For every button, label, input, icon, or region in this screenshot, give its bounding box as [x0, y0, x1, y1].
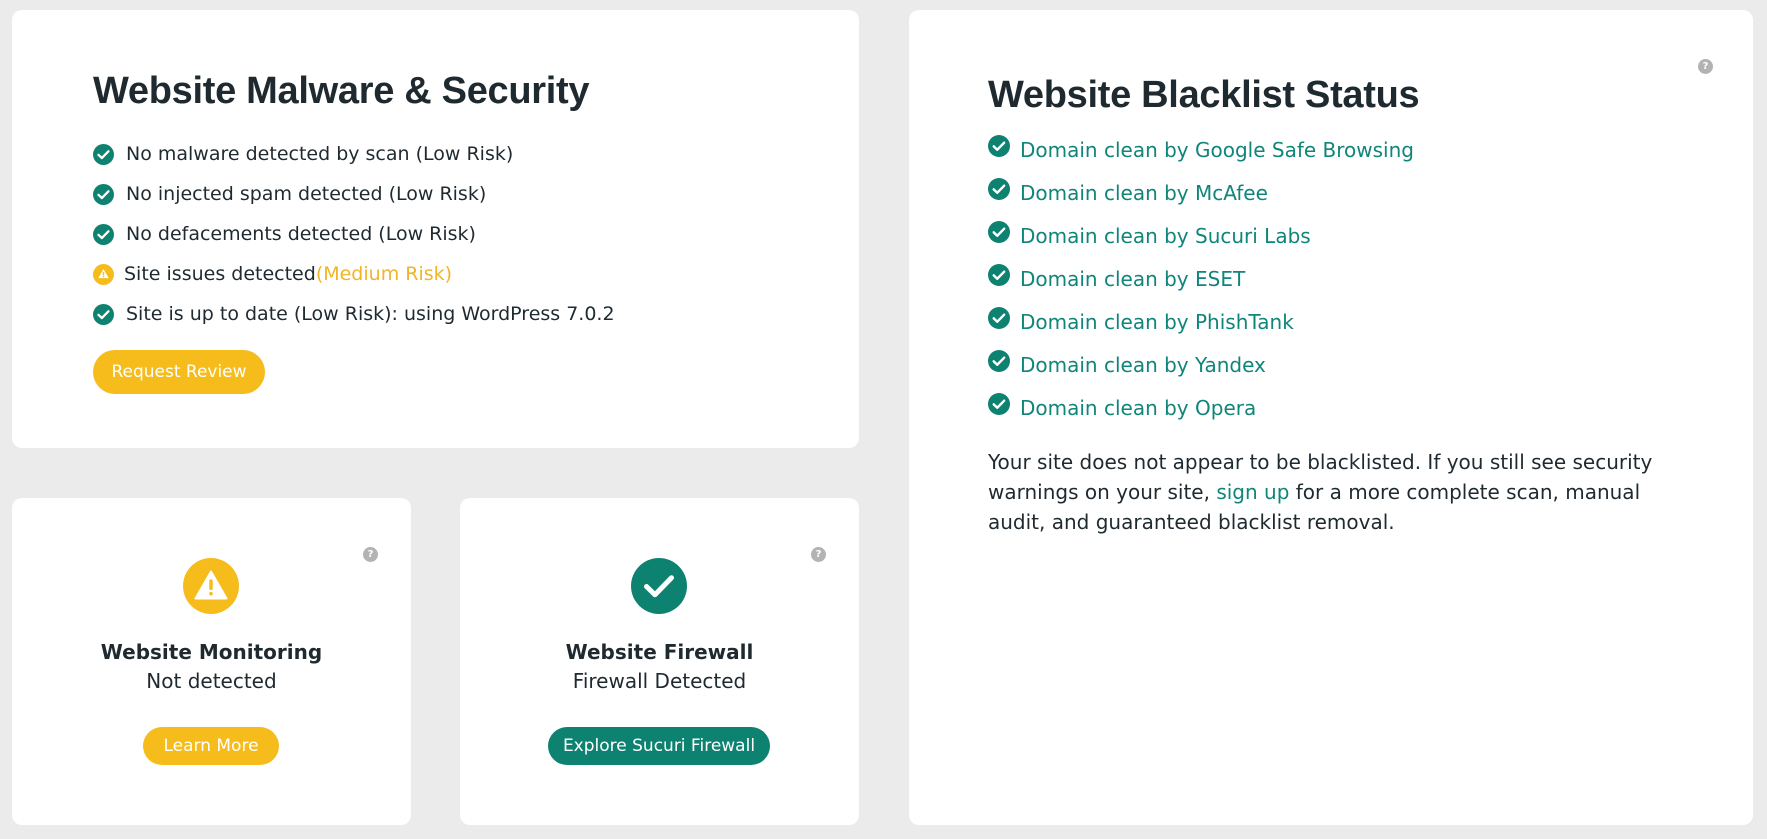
blacklist-check-list: Domain clean by Google Safe Browsing Dom…	[988, 135, 1414, 439]
request-review-button[interactable]: Request Review	[93, 350, 265, 394]
list-item-text: No defacements detected (Low Risk)	[126, 223, 476, 245]
help-icon[interactable]: ?	[811, 547, 826, 562]
list-item: No defacements detected (Low Risk)	[93, 214, 615, 254]
check-circle-icon	[988, 264, 1010, 286]
list-item: Domain clean by ESET	[988, 264, 1414, 310]
list-item: Domain clean by Opera	[988, 393, 1414, 439]
blacklist-status-card: ? Website Blacklist Status Domain clean …	[909, 10, 1753, 825]
check-circle-icon	[988, 221, 1010, 243]
list-item: No malware detected by scan (Low Risk)	[93, 134, 615, 174]
list-item: Domain clean by PhishTank	[988, 307, 1414, 353]
firewall-status: Firewall Detected	[572, 669, 747, 693]
malware-security-title: Website Malware & Security	[93, 70, 590, 112]
check-circle-icon	[631, 558, 687, 618]
list-item: Domain clean by Sucuri Labs	[988, 221, 1414, 267]
help-icon[interactable]: ?	[363, 547, 378, 562]
blacklist-note: Your site does not appear to be blacklis…	[988, 447, 1668, 537]
blacklist-item-link[interactable]: Domain clean by ESET	[1020, 267, 1245, 291]
list-item: No injected spam detected (Low Risk)	[93, 174, 615, 214]
list-item: Domain clean by Google Safe Browsing	[988, 135, 1414, 181]
malware-check-list: No malware detected by scan (Low Risk) N…	[93, 134, 615, 334]
website-monitoring-card: ? Website Monitoring Not detected Learn …	[12, 498, 411, 825]
list-item: Site is up to date (Low Risk): using Wor…	[93, 294, 615, 334]
check-circle-icon	[93, 183, 114, 205]
list-item-text: Site issues detected	[124, 263, 316, 285]
check-circle-icon	[988, 307, 1010, 329]
warning-icon	[93, 263, 114, 285]
learn-more-button[interactable]: Learn More	[143, 727, 279, 765]
blacklist-item-link[interactable]: Domain clean by Google Safe Browsing	[1020, 138, 1414, 162]
blacklist-item-link[interactable]: Domain clean by Opera	[1020, 396, 1256, 420]
blacklist-item-link[interactable]: Domain clean by Sucuri Labs	[1020, 224, 1311, 248]
blacklist-item-link[interactable]: Domain clean by McAfee	[1020, 181, 1268, 205]
warning-icon	[183, 558, 239, 618]
check-circle-icon	[93, 303, 114, 325]
blacklist-status-title: Website Blacklist Status	[988, 74, 1420, 116]
blacklist-item-link[interactable]: Domain clean by Yandex	[1020, 353, 1266, 377]
list-item-text: No malware detected by scan (Low Risk)	[126, 143, 514, 165]
check-circle-icon	[988, 135, 1010, 157]
blacklist-item-link[interactable]: Domain clean by PhishTank	[1020, 310, 1294, 334]
list-item: Domain clean by Yandex	[988, 350, 1414, 396]
monitoring-title: Website Monitoring	[100, 640, 323, 664]
check-circle-icon	[988, 350, 1010, 372]
list-item-text: Site is up to date (Low Risk): using Wor…	[126, 303, 615, 325]
list-item: Site issues detected (Medium Risk)	[93, 254, 615, 294]
website-firewall-card: ? Website Firewall Firewall Detected Exp…	[460, 498, 859, 825]
sign-up-link[interactable]: sign up	[1216, 480, 1289, 504]
list-item: Domain clean by McAfee	[988, 178, 1414, 224]
check-circle-icon	[988, 178, 1010, 200]
check-circle-icon	[93, 223, 114, 245]
check-circle-icon	[93, 143, 114, 165]
explore-sucuri-firewall-button[interactable]: Explore Sucuri Firewall	[548, 727, 770, 765]
list-item-text: No injected spam detected (Low Risk)	[126, 183, 487, 205]
help-icon[interactable]: ?	[1698, 59, 1713, 74]
check-circle-icon	[988, 393, 1010, 415]
monitoring-status: Not detected	[146, 669, 277, 693]
medium-risk-label: (Medium Risk)	[315, 263, 453, 285]
firewall-title: Website Firewall	[565, 640, 754, 664]
malware-security-card: Website Malware & Security No malware de…	[12, 10, 859, 448]
